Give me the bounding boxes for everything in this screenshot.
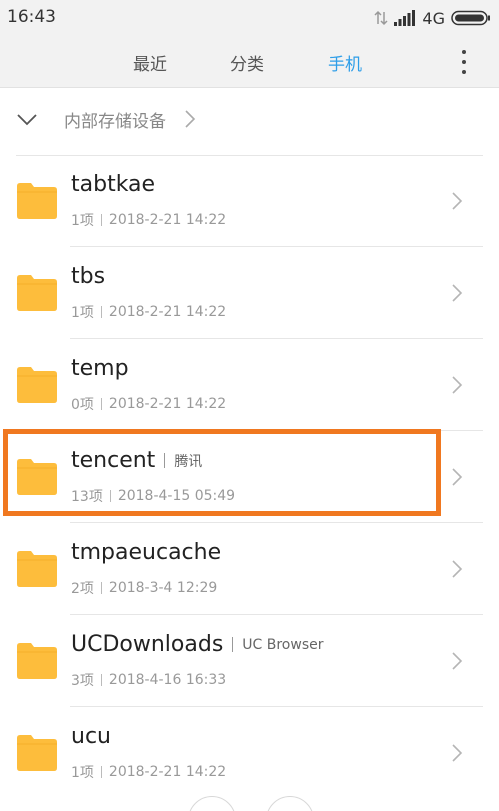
chevron-right-icon bbox=[452, 560, 463, 578]
file-meta: 0项 2018-2-21 14:22 bbox=[71, 394, 226, 414]
item-count: 1项 bbox=[71, 213, 94, 229]
file-name: tabtkae bbox=[71, 172, 156, 197]
chevron-right-icon bbox=[452, 284, 463, 302]
chevron-right-icon bbox=[452, 468, 463, 486]
file-meta: 13项 2018-4-15 05:49 bbox=[71, 486, 235, 506]
item-count: 3项 bbox=[71, 673, 94, 689]
folder-icon bbox=[17, 551, 57, 587]
file-name: ucu bbox=[71, 724, 111, 749]
network-type: 4G bbox=[422, 8, 445, 28]
file-row-temp[interactable]: temp 0项 2018-2-21 14:22 bbox=[0, 339, 499, 431]
file-name: tbs bbox=[71, 264, 106, 289]
item-count: 1项 bbox=[71, 765, 94, 781]
status-bar: 16:43 4G bbox=[0, 0, 499, 36]
modified-date: 2018-4-16 16:33 bbox=[108, 672, 227, 688]
chevron-right-icon bbox=[452, 192, 463, 210]
file-name: tmpaeucache bbox=[71, 540, 222, 565]
folder-alias: UC Browser bbox=[242, 636, 324, 653]
item-count: 0项 bbox=[71, 397, 94, 413]
file-name: UCDownloads bbox=[71, 632, 224, 657]
folder-icon bbox=[17, 275, 57, 311]
breadcrumb-arrow-icon bbox=[185, 110, 196, 128]
folder-icon bbox=[17, 643, 57, 679]
signal-icon bbox=[394, 10, 416, 26]
file-meta: 1项 2018-2-21 14:22 bbox=[71, 302, 226, 322]
tab-phone[interactable]: 手机 bbox=[328, 50, 362, 75]
file-row-tmpaeucache[interactable]: tmpaeucache 2项 2018-3-4 12:29 bbox=[0, 523, 499, 615]
file-row-tbs[interactable]: tbs 1项 2018-2-21 14:22 bbox=[0, 247, 499, 339]
chevron-right-icon bbox=[452, 652, 463, 670]
modified-date: 2018-2-21 14:22 bbox=[108, 212, 227, 228]
breadcrumb-storage[interactable]: 内部存储设备 bbox=[64, 107, 166, 132]
folder-icon bbox=[17, 367, 57, 403]
modified-date: 2018-2-21 14:22 bbox=[108, 764, 227, 780]
modified-date: 2018-2-21 14:22 bbox=[108, 304, 227, 320]
item-count: 2项 bbox=[71, 581, 94, 597]
file-row-tabtkae[interactable]: tabtkae 1项 2018-2-21 14:22 bbox=[0, 155, 499, 247]
item-count: 1项 bbox=[71, 305, 94, 321]
chevron-right-icon bbox=[452, 744, 463, 762]
top-tab-bar: 最近 分类 手机 bbox=[0, 36, 499, 88]
modified-date: 2018-2-21 14:22 bbox=[108, 396, 227, 412]
folder-icon bbox=[17, 183, 57, 219]
tab-recent[interactable]: 最近 bbox=[133, 50, 167, 75]
file-row-tencent[interactable]: tencent 腾讯 13项 2018-4-15 05:49 bbox=[0, 431, 499, 523]
data-transfer-icon bbox=[374, 10, 388, 26]
file-meta: 1项 2018-2-21 14:22 bbox=[71, 762, 226, 782]
file-meta: 3项 2018-4-16 16:33 bbox=[71, 670, 226, 690]
file-name: temp bbox=[71, 356, 129, 381]
file-meta: 1项 2018-2-21 14:22 bbox=[71, 210, 226, 230]
file-row-ucdownloads[interactable]: UCDownloads UC Browser 3项 2018-4-16 16:3… bbox=[0, 615, 499, 707]
chevron-down-icon[interactable] bbox=[16, 109, 38, 129]
path-bar: 内部存储设备 bbox=[0, 89, 499, 149]
folder-alias: 腾讯 bbox=[174, 453, 203, 470]
tab-category[interactable]: 分类 bbox=[230, 50, 264, 75]
item-count: 13项 bbox=[71, 489, 103, 505]
more-vertical-icon[interactable] bbox=[459, 50, 469, 74]
modified-date: 2018-3-4 12:29 bbox=[108, 580, 218, 596]
file-meta: 2项 2018-3-4 12:29 bbox=[71, 578, 217, 598]
chevron-right-icon bbox=[452, 376, 463, 394]
folder-icon bbox=[17, 735, 57, 771]
file-name: tencent bbox=[71, 448, 156, 473]
status-time: 16:43 bbox=[7, 7, 56, 27]
battery-icon bbox=[451, 10, 490, 26]
folder-icon bbox=[17, 459, 57, 495]
status-icons: 4G bbox=[374, 8, 491, 28]
file-row-ucu[interactable]: ucu 1项 2018-2-21 14:22 bbox=[0, 707, 499, 799]
modified-date: 2018-4-15 05:49 bbox=[117, 488, 236, 504]
